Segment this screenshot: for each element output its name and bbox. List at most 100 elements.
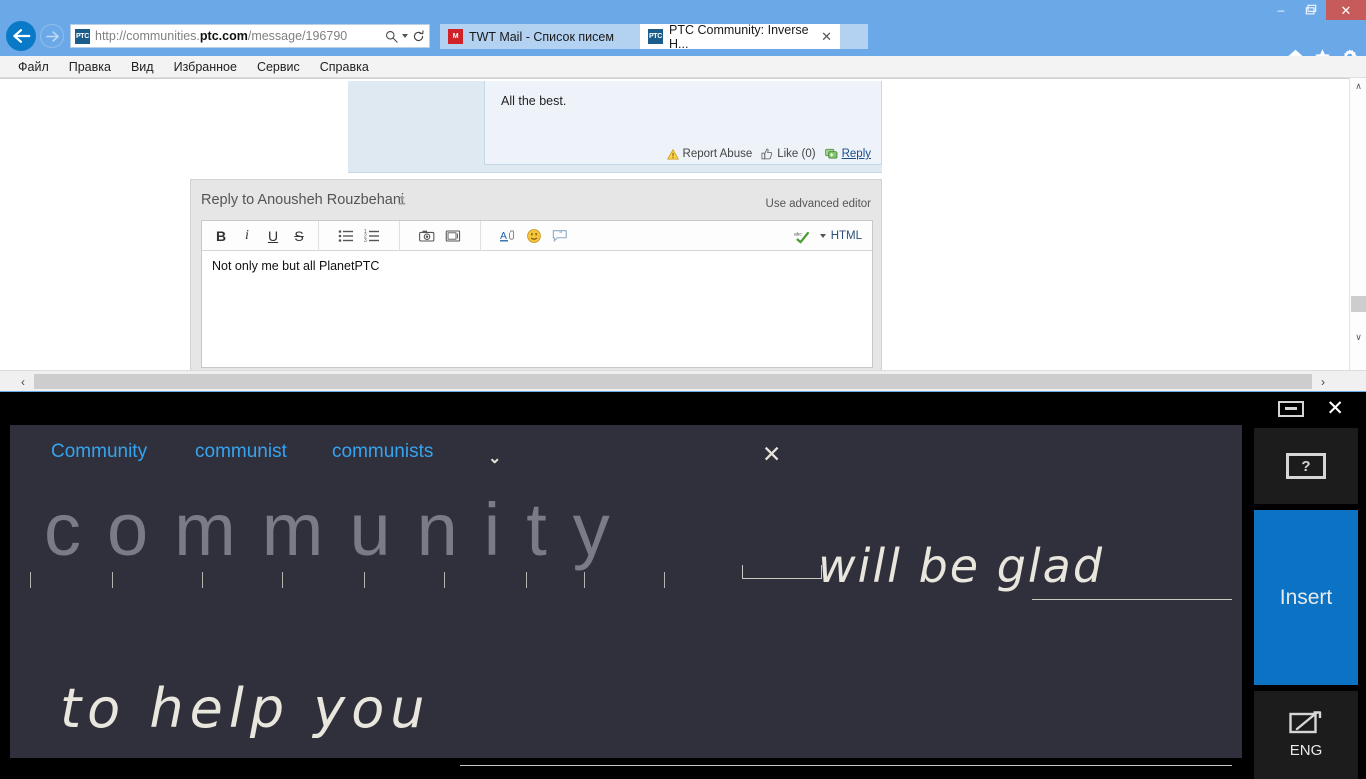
refresh-icon[interactable]: [412, 29, 425, 43]
toolbar-group-format: B i U S: [202, 220, 319, 251]
reply-editor-title: Reply to Anousheh Rouzbehani: [201, 192, 405, 208]
insert-image-button[interactable]: [414, 224, 440, 248]
tab-title: PTC Community: Inverse H...: [669, 22, 809, 51]
scroll-left-button[interactable]: ‹: [12, 371, 34, 392]
collapse-up-icon[interactable]: [396, 194, 408, 206]
thumbs-up-icon: [761, 148, 773, 160]
like-label: Like (0): [777, 148, 816, 160]
italic-button[interactable]: i: [234, 224, 260, 248]
emoticon-button[interactable]: [521, 224, 547, 248]
reply-editor-panel: Reply to Anousheh Rouzbehani Use advance…: [190, 179, 882, 370]
menu-item-view[interactable]: Вид: [121, 60, 164, 74]
ink-text-1: will be glad: [818, 539, 1105, 593]
minimize-button[interactable]: –: [1266, 0, 1296, 20]
tab-ptc-community[interactable]: PTC PTC Community: Inverse H... ✕: [640, 22, 840, 51]
font-color-icon: A: [500, 229, 515, 242]
restore-button[interactable]: [1296, 0, 1326, 20]
reply-link[interactable]: Reply: [842, 148, 871, 160]
page-viewport: All the best. Report Abuse Like (0) Repl…: [0, 78, 1366, 370]
navigation-bar: PTC http://communities.ptc.com/message/1…: [0, 20, 1366, 64]
menu-item-file[interactable]: Файл: [0, 60, 59, 74]
warning-icon: [666, 148, 679, 160]
editor-toolbar: B i U S 1 2 3 A ” abc HTML: [202, 220, 872, 251]
quote-icon: ”: [552, 229, 567, 242]
suggestions-close-icon[interactable]: ✕: [762, 443, 781, 466]
forward-button[interactable]: [40, 24, 64, 48]
arrow-right-icon: [45, 30, 59, 42]
browser-window: – ✕ PTC http://communities.ptc.com/messa…: [0, 0, 1366, 392]
strikethrough-button[interactable]: S: [286, 224, 312, 248]
suggestion-bar: Community communist communists ⌄ ✕: [10, 425, 1242, 483]
url-domain: ptc.com: [199, 29, 248, 43]
reply-action[interactable]: Reply: [824, 148, 871, 160]
character-segment-ticks: [24, 572, 739, 592]
video-icon: [445, 229, 461, 242]
ptc-icon: PTC: [648, 29, 663, 44]
scroll-down-button[interactable]: ∨: [1350, 329, 1366, 346]
toolbar-group-lists: 1 2 3: [319, 220, 400, 251]
address-url: http://communities.ptc.com/message/19679…: [95, 29, 385, 43]
search-icon[interactable]: [385, 30, 398, 43]
bold-button[interactable]: B: [208, 224, 234, 248]
scroll-right-button[interactable]: ›: [1312, 371, 1334, 392]
spellcheck-button[interactable]: abc: [789, 224, 815, 248]
url-scheme: http://communities.: [95, 29, 200, 43]
vertical-scrollbar[interactable]: ∧ ∨: [1349, 78, 1366, 370]
suggestion-1[interactable]: communist: [195, 441, 287, 463]
tab-close-icon[interactable]: ✕: [821, 29, 832, 45]
insert-button[interactable]: Insert: [1254, 510, 1358, 685]
address-bar[interactable]: PTC http://communities.ptc.com/message/1…: [70, 24, 430, 48]
reply-editor-box: B i U S 1 2 3 A ” abc HTML Not only me b…: [201, 220, 873, 368]
numbered-list-button[interactable]: 1 2 3: [359, 224, 385, 248]
underline-button[interactable]: U: [260, 224, 286, 248]
handwriting-titlebar: ✕: [0, 392, 1366, 425]
help-icon: ?: [1286, 453, 1326, 479]
reply-editor-content[interactable]: Not only me but all PlanetPTC: [202, 251, 872, 281]
ink-line-1: community will be glad: [10, 487, 1242, 612]
like-action[interactable]: Like (0): [761, 148, 816, 160]
url-path: /message/196790: [247, 29, 348, 43]
horizontal-scroll-thumb[interactable]: [34, 374, 1312, 389]
insert-video-button[interactable]: [440, 224, 466, 248]
empty-ink-slot-1[interactable]: [742, 565, 822, 579]
ink-baseline-2: [460, 765, 1232, 766]
menu-item-favorites[interactable]: Избранное: [164, 60, 247, 74]
font-color-button[interactable]: A: [495, 224, 521, 248]
tab-twt-mail[interactable]: M TWT Mail - Список писем: [440, 24, 640, 49]
spellcheck-icon: abc: [794, 231, 809, 243]
spellcheck-caret-icon[interactable]: [819, 233, 826, 238]
minimize-icon[interactable]: [1278, 400, 1305, 417]
use-advanced-editor-link[interactable]: Use advanced editor: [766, 198, 871, 210]
language-button[interactable]: ENG: [1254, 691, 1358, 779]
horizontal-scrollbar[interactable]: ‹ ›: [0, 370, 1366, 391]
menu-item-edit[interactable]: Правка: [59, 60, 121, 74]
site-identity-badge: PTC: [75, 28, 90, 44]
menu-item-tools[interactable]: Сервис: [247, 60, 310, 74]
handwriting-canvas[interactable]: Community communist communists ⌄ ✕ commu…: [10, 425, 1242, 766]
menu-item-help[interactable]: Справка: [310, 60, 379, 74]
bullet-list-icon: [338, 229, 353, 242]
back-button[interactable]: [6, 21, 36, 51]
arrow-left-icon: [13, 29, 31, 43]
chevron-down-icon[interactable]: ⌄: [488, 448, 501, 468]
message-container: All the best. Report Abuse Like (0) Repl…: [348, 81, 882, 173]
scroll-up-button[interactable]: ∧: [1350, 78, 1366, 95]
close-button[interactable]: ✕: [1326, 0, 1366, 20]
report-abuse-action[interactable]: Report Abuse: [666, 148, 752, 160]
chevron-down-icon[interactable]: [402, 34, 408, 38]
vertical-scroll-thumb[interactable]: [1351, 296, 1366, 312]
menu-bar: Файл Правка Вид Избранное Сервис Справка: [0, 56, 1366, 78]
toolbar-group-spellcheck: abc HTML: [789, 224, 872, 248]
close-icon[interactable]: ✕: [1326, 398, 1344, 419]
suggestion-0[interactable]: Community: [51, 441, 147, 463]
svg-text:abc: abc: [794, 231, 802, 237]
help-button[interactable]: ?: [1254, 428, 1358, 504]
message-text: All the best.: [501, 94, 567, 108]
quote-button[interactable]: ”: [547, 224, 573, 248]
new-tab-button[interactable]: [840, 24, 868, 49]
message-body: All the best. Report Abuse Like (0) Repl…: [484, 81, 882, 165]
html-button[interactable]: HTML: [831, 230, 862, 242]
title-bar: – ✕: [0, 0, 1366, 20]
bullet-list-button[interactable]: [333, 224, 359, 248]
suggestion-2[interactable]: communists: [332, 441, 433, 463]
